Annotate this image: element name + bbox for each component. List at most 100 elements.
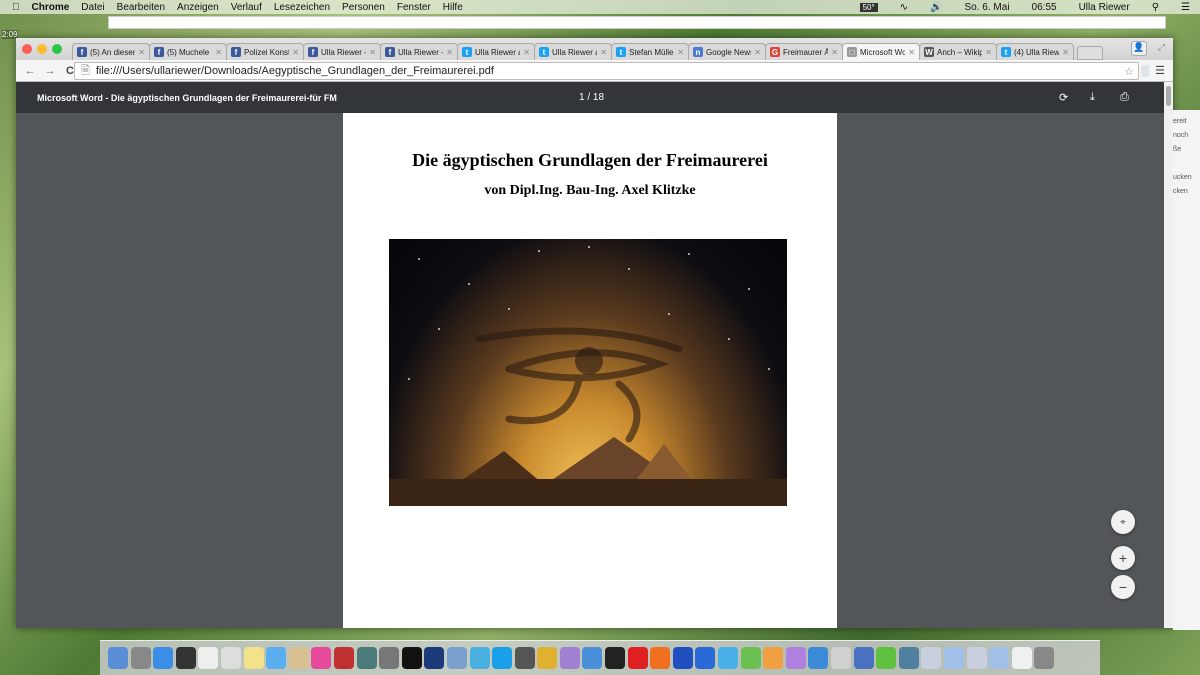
spotlight-search-icon[interactable]: ⚲: [1152, 2, 1159, 13]
close-tab-icon[interactable]: ✕: [138, 48, 145, 57]
tab[interactable]: t (4) Ulla Riewe ✕: [996, 43, 1074, 60]
menu-bearbeiten[interactable]: Bearbeiten: [117, 2, 165, 13]
dock-app-icon[interactable]: [853, 647, 874, 669]
close-tab-icon[interactable]: ✕: [600, 48, 607, 57]
page-indicator[interactable]: 1 / 18: [579, 92, 604, 103]
dock-app-icon[interactable]: [153, 647, 174, 669]
dock-app-icon[interactable]: [492, 647, 513, 669]
fit-to-page-button[interactable]: ⌖: [1111, 510, 1135, 534]
tab[interactable]: f Ulla Riewer - / ✕: [380, 43, 458, 60]
dock-app-icon[interactable]: [943, 647, 964, 669]
dock-app-icon[interactable]: [763, 647, 784, 669]
close-tab-icon[interactable]: ✕: [831, 48, 838, 57]
dock-app-icon[interactable]: [537, 647, 558, 669]
dock-app-icon[interactable]: [695, 647, 716, 669]
tab[interactable]: f Ulla Riewer - ✕: [303, 43, 381, 60]
close-tab-icon[interactable]: ✕: [215, 48, 222, 57]
scrollbar[interactable]: [1164, 82, 1173, 628]
dock-app-icon[interactable]: [333, 647, 354, 669]
close-tab-icon[interactable]: ✕: [369, 48, 376, 57]
dock-app-icon[interactable]: [876, 647, 897, 669]
dock-app-icon[interactable]: [175, 647, 196, 669]
menu-personen[interactable]: Personen: [342, 2, 385, 13]
dock-app-icon[interactable]: [220, 647, 241, 669]
dock-app-icon[interactable]: [130, 647, 151, 669]
print-icon[interactable]: ⎙: [1120, 91, 1129, 104]
dock-app-icon[interactable]: [1011, 647, 1032, 669]
dock-app-icon[interactable]: [514, 647, 535, 669]
apple-menu-icon[interactable]: : [12, 2, 20, 13]
dock-app-icon[interactable]: [266, 647, 287, 669]
minimize-window-button[interactable]: [37, 44, 47, 54]
dock-app-icon[interactable]: [627, 647, 648, 669]
dock-app-icon[interactable]: [311, 647, 332, 669]
close-tab-icon[interactable]: ✕: [677, 48, 684, 57]
close-tab-icon[interactable]: ✕: [292, 48, 299, 57]
fullscreen-icon[interactable]: ⤢: [1158, 42, 1165, 53]
dock-app-icon[interactable]: [198, 647, 219, 669]
tab[interactable]: tStefan Müller (✕: [611, 43, 689, 60]
dock-app-icon[interactable]: [650, 647, 671, 669]
close-tab-icon[interactable]: ✕: [754, 48, 761, 57]
tab[interactable]: tUlla Riewer au✕: [457, 43, 535, 60]
tab[interactable]: WAnch – Wikipe✕: [919, 43, 997, 60]
dock-app-icon[interactable]: [966, 647, 987, 669]
dock-app-icon[interactable]: [379, 647, 400, 669]
dock-app-icon[interactable]: [559, 647, 580, 669]
profile-icon[interactable]: 👤: [1131, 41, 1147, 56]
menu-hilfe[interactable]: Hilfe: [443, 2, 463, 13]
download-icon[interactable]: ⤓: [1090, 91, 1095, 104]
menu-lesezeichen[interactable]: Lesezeichen: [274, 2, 330, 13]
dock-app-icon[interactable]: [672, 647, 693, 669]
tab[interactable]: n Google News ✕: [688, 43, 766, 60]
volume-icon[interactable]: 🔊: [930, 2, 942, 13]
close-tab-icon[interactable]: ✕: [985, 48, 992, 57]
chrome-menu-icon[interactable]: ☰: [1155, 64, 1165, 77]
close-tab-icon[interactable]: ✕: [523, 48, 530, 57]
dock-app-icon[interactable]: [108, 647, 128, 669]
menu-user[interactable]: Ulla Riewer: [1079, 2, 1130, 13]
dock-app-icon[interactable]: [469, 647, 490, 669]
close-window-button[interactable]: [22, 44, 32, 54]
tab[interactable]: fPolizei Konsta✕: [226, 43, 304, 60]
dock-app-icon[interactable]: [808, 647, 829, 669]
tab[interactable]: f (5) Muchele C ✕: [149, 43, 227, 60]
new-tab-button[interactable]: [1077, 46, 1103, 60]
close-tab-icon[interactable]: ✕: [446, 48, 453, 57]
bookmark-star-icon[interactable]: ☆: [1124, 65, 1134, 78]
menu-anzeigen[interactable]: Anzeigen: [177, 2, 219, 13]
dock-app-icon[interactable]: [356, 647, 377, 669]
extension-icon[interactable]: ▒: [1141, 65, 1149, 77]
tab[interactable]: tUlla Riewer au✕: [534, 43, 612, 60]
dock-app-icon[interactable]: [1034, 647, 1055, 669]
zoom-window-button[interactable]: [52, 44, 62, 54]
rotate-icon[interactable]: ⟳: [1059, 91, 1068, 104]
dock-app-icon[interactable]: [718, 647, 739, 669]
dock-app-icon[interactable]: [921, 647, 942, 669]
menu-datei[interactable]: Datei: [81, 2, 104, 13]
tab[interactable]: f (5) An diesem ✕: [72, 43, 150, 60]
tab[interactable]: GFreimaurer Äg✕: [765, 43, 843, 60]
close-tab-icon[interactable]: ✕: [908, 48, 915, 57]
back-button[interactable]: ←: [24, 65, 36, 77]
dock-app-icon[interactable]: [401, 647, 422, 669]
dock-app-icon[interactable]: [424, 647, 445, 669]
wifi-icon[interactable]: ∿: [900, 2, 908, 13]
dock-app-icon[interactable]: [288, 647, 309, 669]
menu-date[interactable]: So. 6. Mai: [965, 2, 1010, 13]
dock-app-icon[interactable]: [605, 647, 626, 669]
notification-center-icon[interactable]: ☰: [1181, 2, 1190, 13]
dock-app-icon[interactable]: [785, 647, 806, 669]
menu-app-chrome[interactable]: Chrome: [32, 2, 70, 13]
menu-fenster[interactable]: Fenster: [397, 2, 431, 13]
dock-app-icon[interactable]: [831, 647, 851, 669]
menu-verlauf[interactable]: Verlauf: [231, 2, 262, 13]
current-page[interactable]: 1: [579, 92, 585, 103]
scrollbar-thumb[interactable]: [1166, 86, 1171, 106]
dock-app-icon[interactable]: [446, 647, 467, 669]
forward-button[interactable]: →: [44, 65, 56, 77]
menu-time[interactable]: 06:55: [1032, 2, 1057, 13]
zoom-in-button[interactable]: +: [1111, 546, 1135, 570]
dock-app-icon[interactable]: [898, 647, 919, 669]
close-tab-icon[interactable]: ✕: [1062, 48, 1069, 57]
